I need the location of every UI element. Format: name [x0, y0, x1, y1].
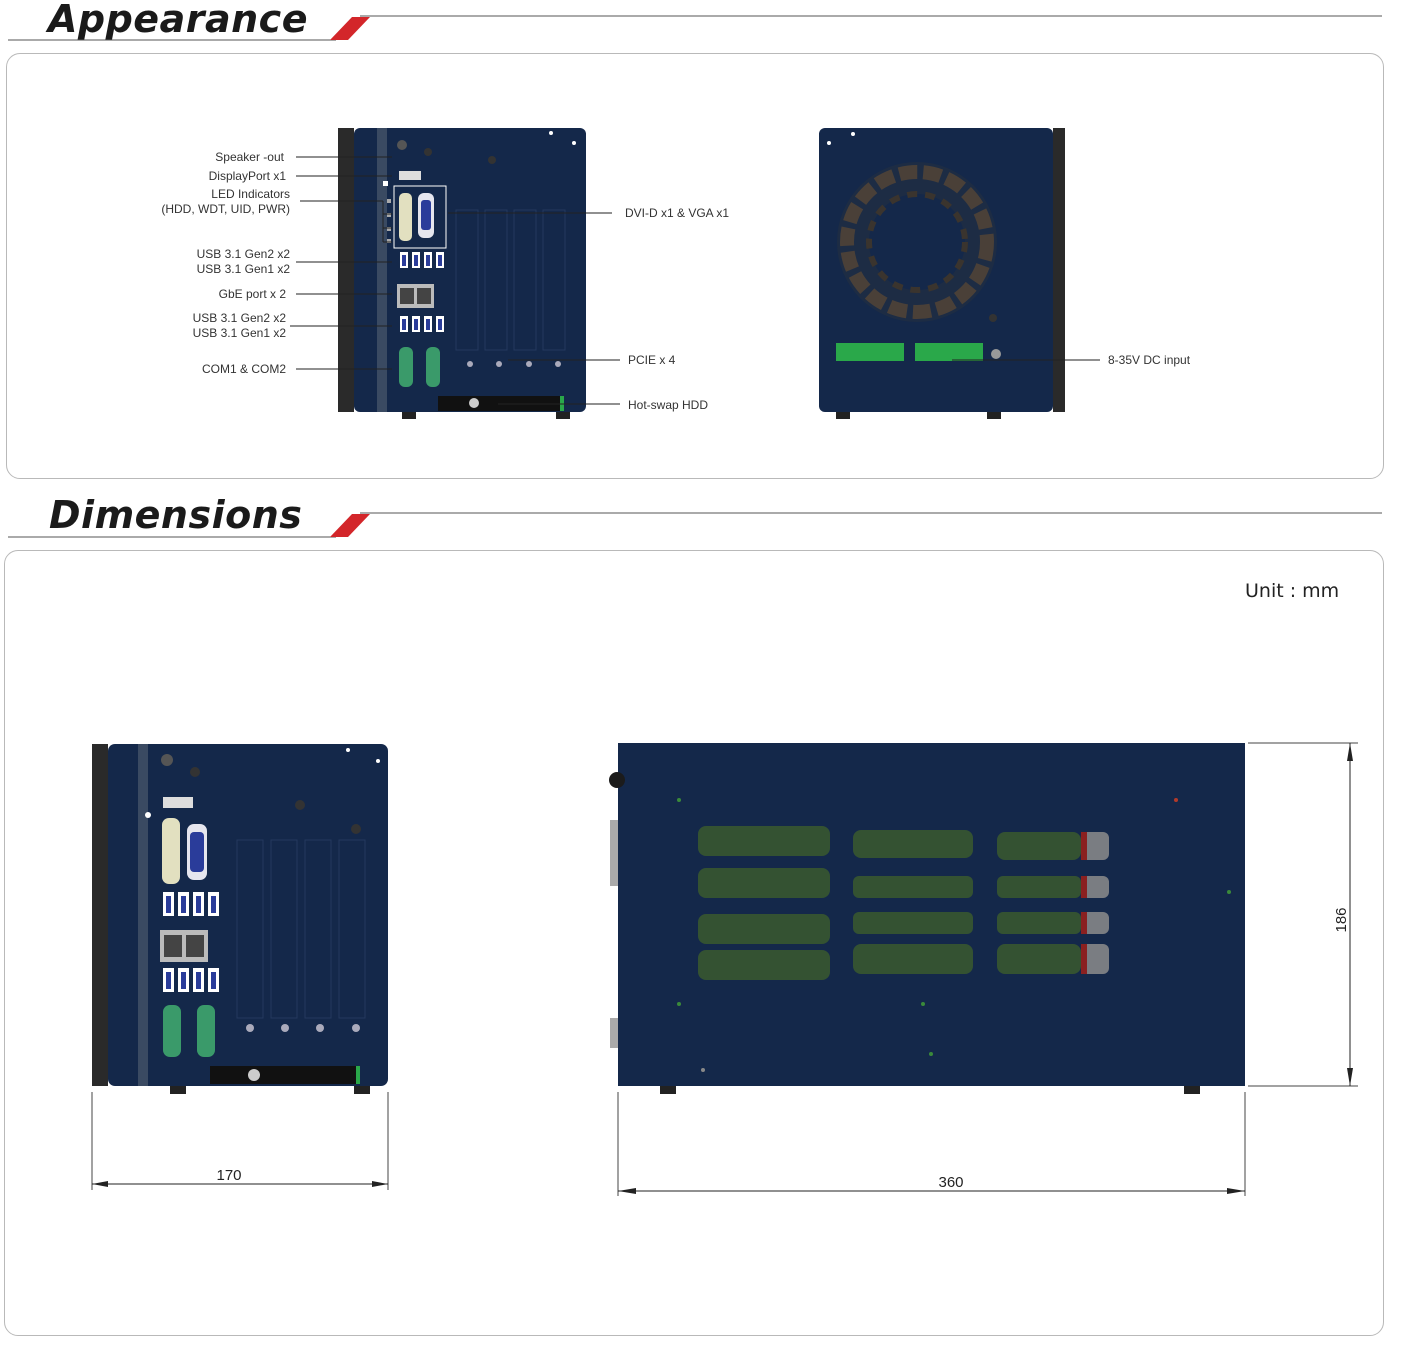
- hdd-tray-icon: [210, 1066, 358, 1084]
- dimension-height-value: 186: [1333, 907, 1350, 932]
- dimension-width-value: 170: [216, 1167, 241, 1184]
- com2-port-icon: [197, 1005, 215, 1057]
- side-dimension-view: [609, 743, 1245, 1094]
- dimension-length-value: 360: [938, 1174, 963, 1191]
- displayport-icon: [163, 797, 193, 808]
- dimension-length: [617, 1092, 1246, 1196]
- com1-port-icon: [163, 1005, 181, 1057]
- dvi-port-icon: [162, 818, 180, 884]
- dimensions-drawing: 170 360 186: [91, 742, 1358, 1196]
- front-dimension-view: [92, 744, 388, 1094]
